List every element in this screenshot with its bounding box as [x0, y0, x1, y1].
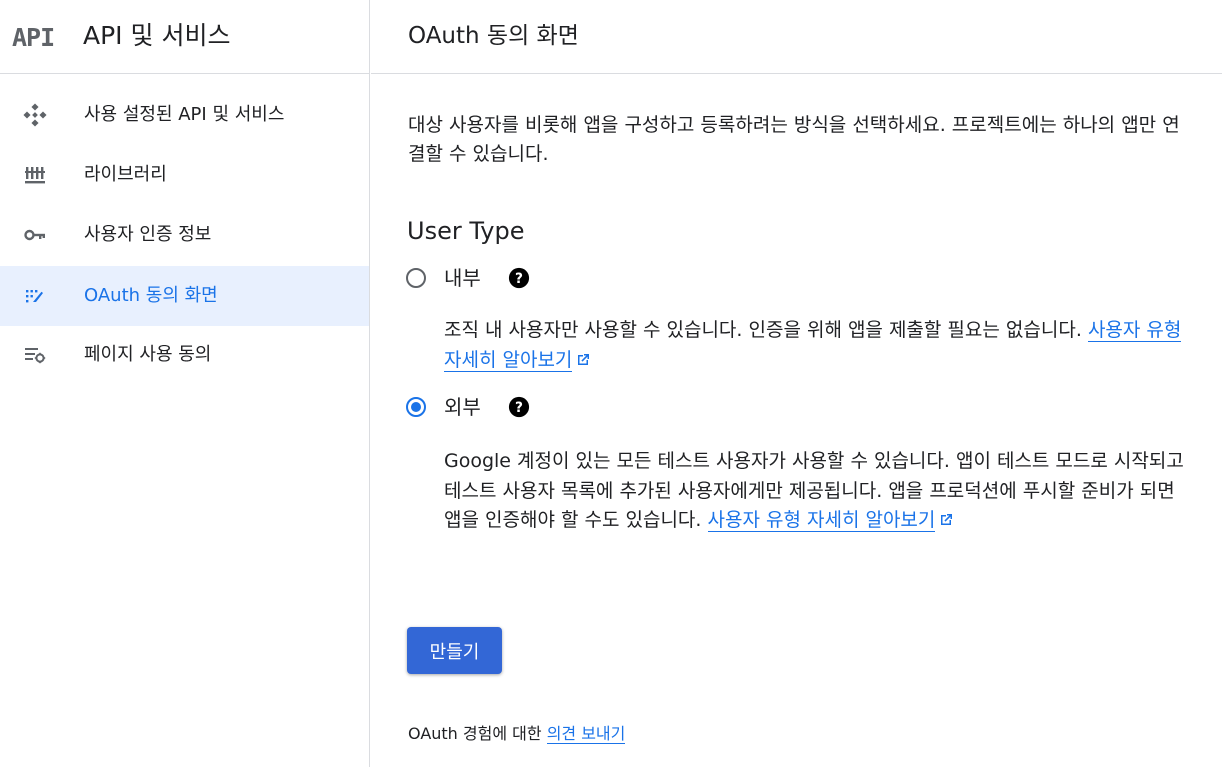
- sidebar-item-oauth-consent[interactable]: OAuth 동의 화면: [0, 266, 369, 326]
- sidebar-item-label: 사용 설정된 API 및 서비스: [84, 104, 285, 125]
- sidebar-item-label: OAuth 동의 화면: [84, 285, 218, 306]
- user-type-title: User Type: [407, 217, 525, 245]
- sidebar-item-label: 라이브러리: [84, 164, 167, 185]
- sidebar-title: API 및 서비스: [83, 21, 231, 50]
- learn-more-user-type-link[interactable]: 사용자 유형 자세히 알아보기: [707, 509, 936, 532]
- help-icon[interactable]: ?: [508, 396, 530, 418]
- sidebar-item-label: 사용자 인증 정보: [84, 224, 212, 245]
- library-icon: [25, 167, 45, 184]
- api-logo: API: [12, 23, 55, 52]
- external-label: 외부: [444, 395, 481, 419]
- key-icon: [24, 229, 45, 241]
- oauth-consent-icon: [26, 290, 43, 303]
- svg-text:?: ?: [515, 400, 523, 416]
- internal-option: 내부 ?: [406, 266, 546, 296]
- diamond-grid-icon: [23, 103, 47, 127]
- sidebar-header: API API 및 서비스: [0, 0, 369, 74]
- sidebar: API API 및 서비스 사용 설정된 API 및 서비스 라이브러리 사용자…: [0, 0, 370, 767]
- external-option: 외부 ?: [406, 395, 546, 425]
- internal-label: 내부: [444, 266, 481, 290]
- internal-description: 조직 내 사용자만 사용할 수 있습니다. 인증을 위해 앱을 제출할 필요는 …: [444, 316, 1184, 375]
- page-title: OAuth 동의 화면: [408, 23, 579, 49]
- help-icon[interactable]: ?: [508, 267, 530, 289]
- svg-text:?: ?: [515, 271, 523, 287]
- create-button[interactable]: 만들기: [407, 627, 502, 674]
- settings-list-icon: [25, 348, 46, 364]
- sidebar-item-library[interactable]: 라이브러리: [0, 145, 369, 205]
- intro-text: 대상 사용자를 비롯해 앱을 구성하고 등록하려는 방식을 선택하세요. 프로젝…: [408, 114, 1180, 165]
- internal-description-text: 조직 내 사용자만 사용할 수 있습니다. 인증을 위해 앱을 제출할 필요는 …: [444, 319, 1082, 341]
- internal-radio[interactable]: [406, 268, 426, 288]
- sidebar-item-enabled-apis[interactable]: 사용 설정된 API 및 서비스: [0, 85, 369, 145]
- external-radio[interactable]: [406, 397, 426, 417]
- sidebar-item-credentials[interactable]: 사용자 인증 정보: [0, 205, 369, 265]
- send-feedback-link[interactable]: 의견 보내기: [546, 724, 626, 744]
- sidebar-item-label: 페이지 사용 동의: [84, 344, 212, 365]
- external-link-icon: [578, 353, 590, 365]
- feedback-text: OAuth 경험에 대한: [408, 724, 542, 743]
- main-header: OAuth 동의 화면: [371, 0, 1222, 74]
- sidebar-item-page-usage-agreements[interactable]: 페이지 사용 동의: [0, 325, 369, 385]
- external-link-icon: [941, 514, 953, 525]
- external-description: Google 계정이 있는 모든 테스트 사용자가 사용할 수 있습니다. 앱이…: [444, 447, 1184, 536]
- feedback: OAuth 경험에 대한 의견 보내기: [408, 722, 626, 746]
